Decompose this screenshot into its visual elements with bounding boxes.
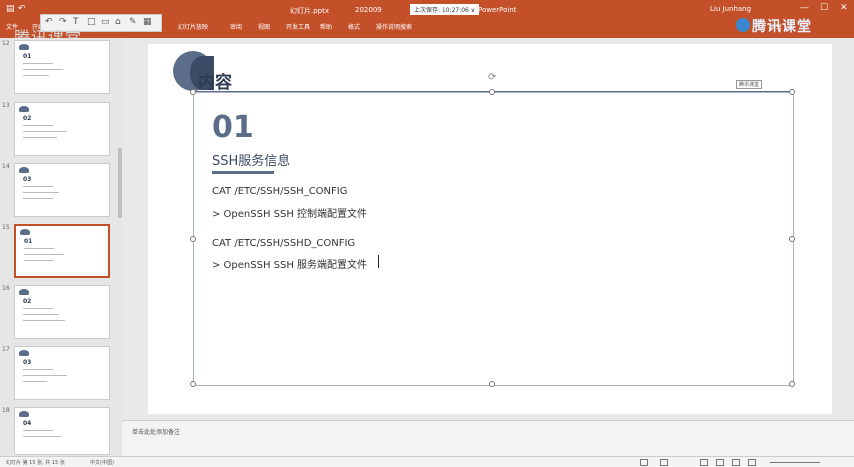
thumbnail-title: 03 bbox=[23, 176, 32, 183]
slide-thumbnail[interactable]: 03 bbox=[14, 163, 110, 217]
slide-text-line: > OpenSSH SSH 控制端配置文件 bbox=[212, 209, 368, 220]
home-icon[interactable]: ⌂ bbox=[115, 17, 121, 27]
notes-icon[interactable] bbox=[640, 459, 648, 466]
resize-handle[interactable] bbox=[190, 381, 196, 387]
resize-handle[interactable] bbox=[489, 89, 495, 95]
thumbnail-number: 16 bbox=[2, 285, 10, 292]
resize-handle[interactable] bbox=[789, 89, 795, 95]
notes-placeholder: 单击此处添加备注 bbox=[132, 429, 181, 436]
thumbnail-number: 12 bbox=[2, 40, 10, 47]
comments-icon[interactable] bbox=[660, 459, 668, 466]
save-icon[interactable]: ▤ bbox=[6, 4, 15, 14]
tab-developer[interactable]: 开发工具 bbox=[286, 22, 310, 31]
pen-icon[interactable]: ✎ bbox=[129, 17, 137, 27]
resize-handle[interactable] bbox=[789, 381, 795, 387]
thumbnail-title: 01 bbox=[24, 238, 33, 245]
tell-me-search[interactable]: 操作说明搜索 bbox=[376, 22, 412, 31]
resize-handle[interactable] bbox=[190, 89, 196, 95]
close-icon[interactable]: ✕ bbox=[840, 3, 848, 13]
rotate-handle-icon[interactable]: ⟳ bbox=[488, 72, 496, 83]
slide-thumbnail[interactable]: 02 bbox=[14, 285, 110, 339]
tab-view[interactable]: 视图 bbox=[258, 22, 270, 31]
shape-icon[interactable]: □ bbox=[87, 17, 96, 27]
subtitle-underline bbox=[212, 171, 274, 174]
language-indicator[interactable]: 中文(中国) bbox=[90, 459, 114, 466]
thumbnail-number: 15 bbox=[2, 224, 10, 231]
normal-view-icon[interactable] bbox=[700, 459, 708, 466]
slide-thumbnail[interactable]: 02 bbox=[14, 102, 110, 156]
brand-badge: 腾讯课堂 bbox=[736, 80, 763, 89]
thumbnail-number: 13 bbox=[2, 102, 10, 109]
document-title: 幻灯片.pptx bbox=[290, 7, 329, 15]
text-caret bbox=[378, 255, 379, 268]
minimize-icon[interactable]: — bbox=[800, 3, 809, 13]
resize-handle[interactable] bbox=[789, 236, 795, 242]
user-name[interactable]: Liu Junhang bbox=[710, 5, 751, 13]
slide-counter: 幻灯片 第 15 张, 共 15 张 bbox=[6, 460, 65, 466]
slide-thumbnail[interactable]: 04 bbox=[14, 407, 110, 455]
watermark-brand: 腾讯课堂 bbox=[752, 19, 812, 35]
tencent-classroom-logo-icon bbox=[736, 18, 750, 32]
slide-text-line: > OpenSSH SSH 服务端配置文件 bbox=[212, 260, 368, 271]
slide-thumbnail-selected[interactable]: 01 bbox=[14, 224, 110, 278]
slide-thumbnail[interactable]: 01 bbox=[14, 40, 110, 94]
slide-text-line: CAT /ETC/SSH/SSH_CONFIG bbox=[212, 186, 348, 197]
slide-sorter-icon[interactable] bbox=[716, 459, 724, 466]
slide-thumbnail[interactable]: 03 bbox=[14, 346, 110, 400]
tab-help[interactable]: 帮助 bbox=[320, 22, 332, 31]
tab-slideshow[interactable]: 幻灯片放映 bbox=[178, 22, 208, 31]
section-subtitle: SSH服务信息 bbox=[212, 154, 291, 169]
textbox-icon[interactable]: ▭ bbox=[101, 17, 110, 27]
undo-icon[interactable]: ↶ bbox=[18, 4, 26, 14]
thumbnail-number: 17 bbox=[2, 346, 10, 353]
table-icon[interactable]: ▦ bbox=[143, 17, 152, 27]
thumbnail-title: 02 bbox=[23, 298, 32, 305]
status-bar: 幻灯片 第 15 张, 共 15 张 中文(中国) bbox=[0, 456, 854, 467]
thumbnail-title: 04 bbox=[23, 420, 32, 427]
maximize-icon[interactable]: ☐ bbox=[820, 3, 828, 13]
resize-handle[interactable] bbox=[489, 381, 495, 387]
resize-handle[interactable] bbox=[190, 236, 196, 242]
notes-pane[interactable]: 单击此处添加备注 bbox=[122, 420, 854, 457]
thumbnail-title: 02 bbox=[23, 115, 32, 122]
slide-heading[interactable]: 内容 bbox=[198, 68, 232, 93]
thumbnail-number: 18 bbox=[2, 407, 10, 414]
app-name: PowerPoint bbox=[478, 6, 517, 14]
zoom-slider[interactable] bbox=[770, 462, 820, 463]
thumbnail-number: 14 bbox=[2, 163, 10, 170]
tab-format[interactable]: 格式 bbox=[348, 22, 360, 31]
tab-review[interactable]: 审阅 bbox=[230, 22, 242, 31]
reading-view-icon[interactable] bbox=[732, 459, 740, 466]
document-code: 202009 bbox=[355, 6, 382, 14]
slideshow-icon[interactable] bbox=[748, 459, 756, 466]
thumbnail-title: 03 bbox=[23, 359, 32, 366]
slide-text-line: CAT /ETC/SSH/SSHD_CONFIG bbox=[212, 238, 356, 249]
section-number: 01 bbox=[212, 110, 254, 145]
save-status[interactable]: 上次保存: 10:27:06 ∨ bbox=[410, 4, 480, 15]
thumbnail-title: 01 bbox=[23, 53, 32, 60]
